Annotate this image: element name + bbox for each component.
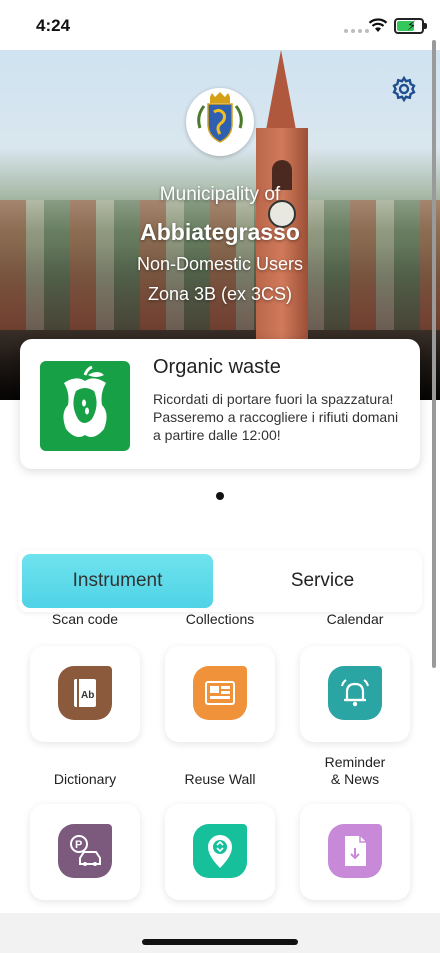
tile-label-dictionary: Dictionary <box>53 771 117 787</box>
battery-icon: ⚡ <box>394 18 427 34</box>
tile-calendar[interactable] <box>300 646 410 742</box>
gear-icon[interactable] <box>390 75 418 103</box>
tile-label-collections: Collections <box>185 612 255 627</box>
status-time: 4:24 <box>36 16 71 35</box>
tile-label-reminder-news: Reminder & News <box>324 754 386 787</box>
svg-text:P: P <box>75 839 82 851</box>
parking-car-icon: P <box>58 824 112 878</box>
download-document-icon <box>328 824 382 878</box>
tab-bar: Instrument Service <box>18 550 422 612</box>
notification-message: Ricordati di portare fuori la spazzatura… <box>153 391 399 443</box>
signal-dots-icon <box>344 29 369 33</box>
tools-grid: Scan code Collections Calendar Ab Dictio… <box>0 612 440 913</box>
book-icon: Ab <box>58 666 112 720</box>
calendar-board-icon <box>193 666 247 720</box>
city-name: Abbiategrasso <box>140 219 300 245</box>
recycle-pin-icon <box>193 824 247 878</box>
tile-reuse-wall[interactable] <box>165 804 275 900</box>
svg-text:Ab: Ab <box>81 690 94 701</box>
scrollbar[interactable] <box>432 40 436 668</box>
tile-collections[interactable] <box>165 646 275 742</box>
municipality-label: Municipality of <box>159 184 281 205</box>
tile-scan-code[interactable]: Ab <box>30 646 140 742</box>
municipal-crest-icon <box>186 88 254 156</box>
user-type-label[interactable]: Non-Domestic Users <box>0 254 440 275</box>
apple-core-icon <box>40 361 130 451</box>
notification-title: Organic waste <box>153 356 281 378</box>
tab-instrument[interactable]: Instrument <box>22 554 213 608</box>
pager-dot[interactable] <box>216 492 224 500</box>
tile-reminder-news[interactable] <box>300 804 410 900</box>
tile-label-calendar: Calendar <box>326 612 384 627</box>
zone-label[interactable]: Zona 3B (ex 3CS) <box>0 284 440 305</box>
home-indicator[interactable] <box>142 939 298 945</box>
tab-service[interactable]: Service <box>227 554 418 608</box>
bottom-bar <box>0 913 440 953</box>
bell-icon <box>328 666 382 720</box>
tile-label-reuse-wall: Reuse Wall <box>184 771 256 787</box>
tile-dictionary[interactable]: P <box>30 804 140 900</box>
waste-notification-card[interactable]: Organic waste Ricordati di portare fuori… <box>20 339 420 469</box>
tile-label-scan-code: Scan code <box>51 612 119 627</box>
wifi-icon <box>368 18 388 32</box>
status-bar: 4:24 ⚡ <box>0 0 440 50</box>
